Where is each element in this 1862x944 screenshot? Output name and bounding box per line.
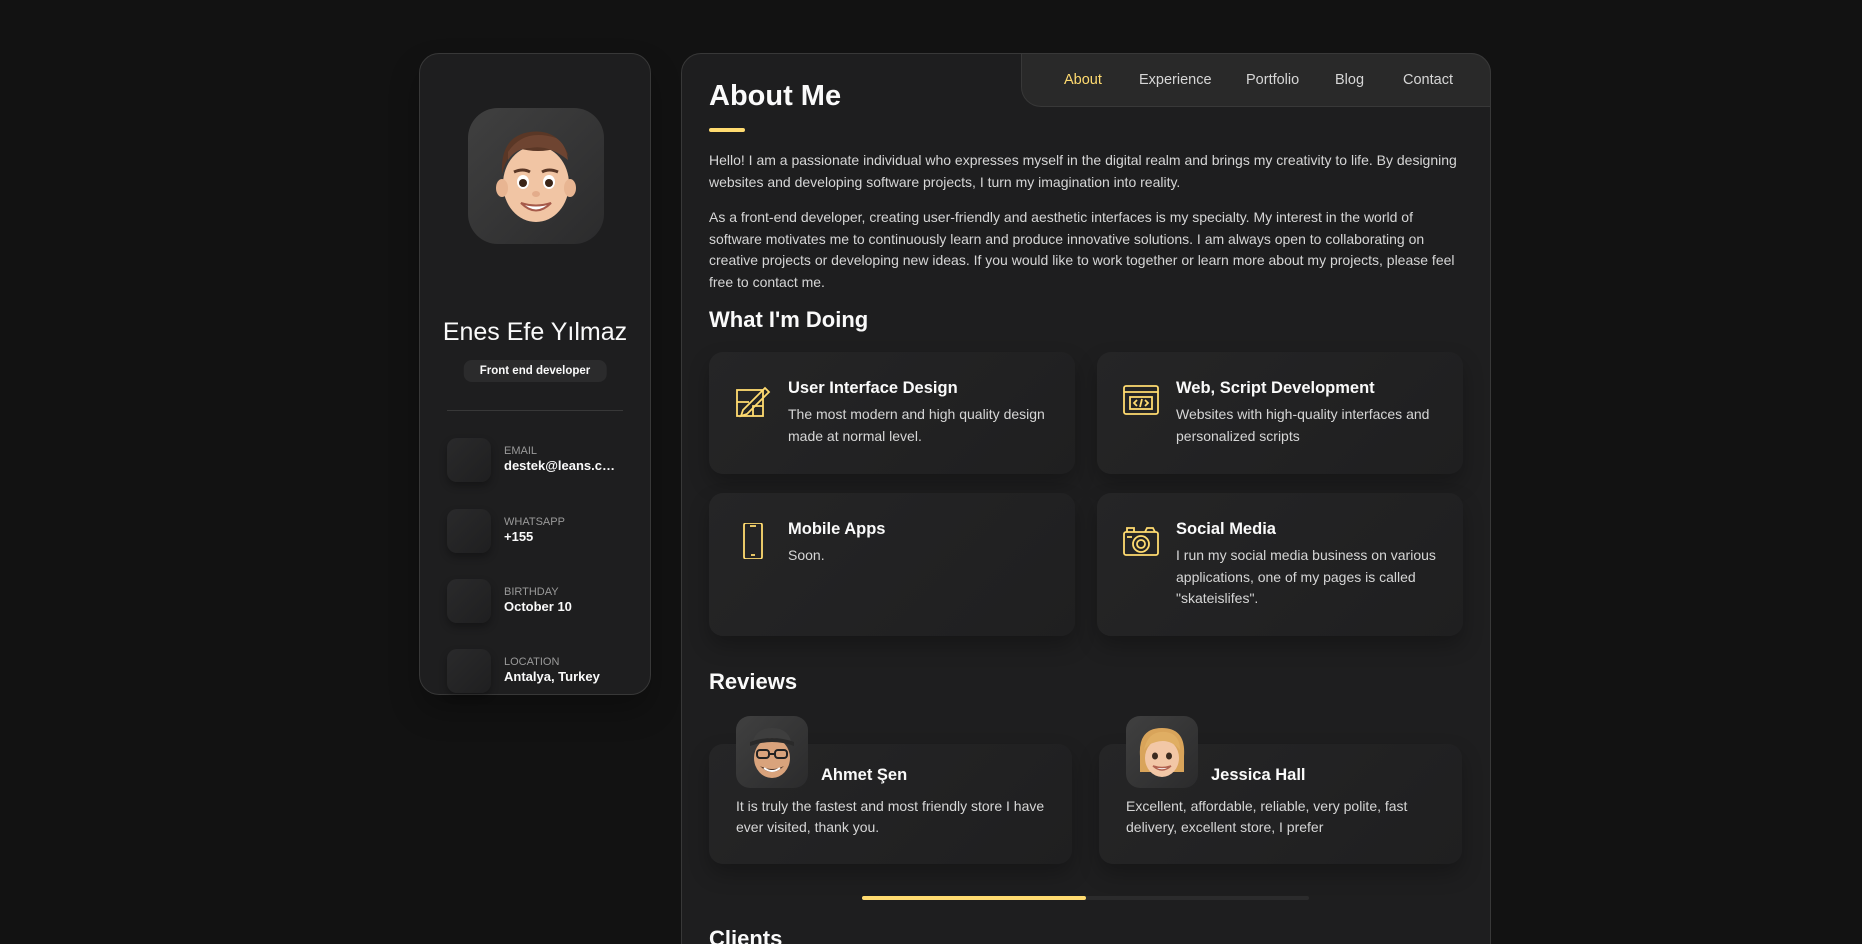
- memoji-avatar-icon: [750, 728, 794, 778]
- contact-value[interactable]: destek@leans.com: [504, 458, 616, 473]
- contact-value: October 10: [504, 599, 572, 614]
- contact-label: WHATSAPP: [504, 516, 565, 528]
- review-text: Excellent, affordable, reliable, very po…: [1126, 798, 1408, 835]
- service-card-social-media: Social Media I run my social media busin…: [1097, 493, 1463, 636]
- email-icon: [447, 438, 491, 482]
- services-heading: What I'm Doing: [709, 307, 869, 332]
- service-card-web-dev: Web, Script Development Websites with hi…: [1097, 352, 1463, 474]
- review-text: It is truly the fastest and most friendl…: [736, 798, 1045, 835]
- service-text: Soon.: [788, 547, 825, 563]
- about-paragraph-1: Hello! I am a passionate individual who …: [709, 152, 1457, 190]
- whatsapp-icon: [447, 509, 491, 553]
- reviewer-avatar: [1126, 716, 1198, 788]
- reviewer-name: Ahmet Şen: [821, 766, 908, 784]
- location-icon: [447, 649, 491, 693]
- contact-value: Antalya, Turkey: [504, 669, 600, 684]
- scrollbar-thumb[interactable]: [862, 896, 1086, 900]
- page-title: About Me: [709, 80, 842, 112]
- contact-value[interactable]: +155: [504, 529, 616, 544]
- service-text: The most modern and high quality design …: [788, 406, 1045, 444]
- about-paragraph-2: As a front-end developer, creating user-…: [709, 209, 1455, 290]
- sidebar: Enes Efe Yılmaz Front end developer EMAI…: [419, 53, 651, 695]
- clients-heading: Clients: [709, 926, 783, 944]
- profile-avatar: [468, 108, 604, 244]
- service-card-ui-design: User Interface Design The most modern an…: [709, 352, 1075, 474]
- memoji-avatar-icon: [496, 131, 576, 222]
- nav-link-blog[interactable]: Blog: [1335, 72, 1364, 88]
- design-icon: [736, 386, 771, 418]
- profile-title-badge: Front end developer: [463, 360, 607, 382]
- review-card[interactable]: Ahmet Şen It is truly the fastest and mo…: [709, 716, 1072, 864]
- service-text: I run my social media business on variou…: [1176, 547, 1436, 606]
- sidebar-separator: [447, 410, 623, 411]
- service-title: Mobile Apps: [788, 520, 886, 538]
- reviews-scrollbar[interactable]: [862, 896, 1309, 900]
- reviewer-avatar: [736, 716, 808, 788]
- navbar: About Experience Portfolio Blog Contact: [1021, 53, 1491, 107]
- reviewer-name: Jessica Hall: [1211, 766, 1306, 784]
- reviews-heading: Reviews: [709, 669, 798, 694]
- contact-location: LOCATION Antalya, Turkey: [447, 649, 627, 693]
- title-underline: [709, 128, 745, 132]
- service-card-mobile-apps: Mobile Apps Soon.: [709, 493, 1075, 636]
- main-article: About Experience Portfolio Blog Contact …: [681, 53, 1491, 944]
- review-card[interactable]: Jessica Hall Excellent, affordable, reli…: [1099, 716, 1462, 864]
- service-title: Social Media: [1176, 520, 1276, 538]
- service-text: Websites with high-quality interfaces an…: [1176, 406, 1430, 444]
- contact-label: BIRTHDAY: [504, 586, 559, 598]
- contact-birthday: BIRTHDAY October 10: [447, 579, 627, 623]
- mobile-icon: [743, 523, 763, 559]
- service-title: Web, Script Development: [1176, 379, 1375, 397]
- nav-link-experience[interactable]: Experience: [1139, 72, 1212, 88]
- contact-whatsapp[interactable]: WHATSAPP +155: [447, 509, 627, 553]
- profile-name: Enes Efe Yılmaz: [442, 318, 628, 346]
- camera-icon: [1123, 527, 1159, 556]
- memoji-avatar-icon: [1139, 728, 1185, 777]
- service-title: User Interface Design: [788, 379, 958, 397]
- nav-link-contact[interactable]: Contact: [1403, 72, 1453, 88]
- contact-label: EMAIL: [504, 445, 538, 457]
- code-icon: [1123, 385, 1159, 415]
- contact-label: LOCATION: [504, 656, 560, 668]
- nav-link-portfolio[interactable]: Portfolio: [1246, 72, 1299, 88]
- nav-link-about[interactable]: About: [1064, 72, 1102, 88]
- contact-email[interactable]: EMAIL destek@leans.com: [447, 438, 627, 482]
- calendar-icon: [447, 579, 491, 623]
